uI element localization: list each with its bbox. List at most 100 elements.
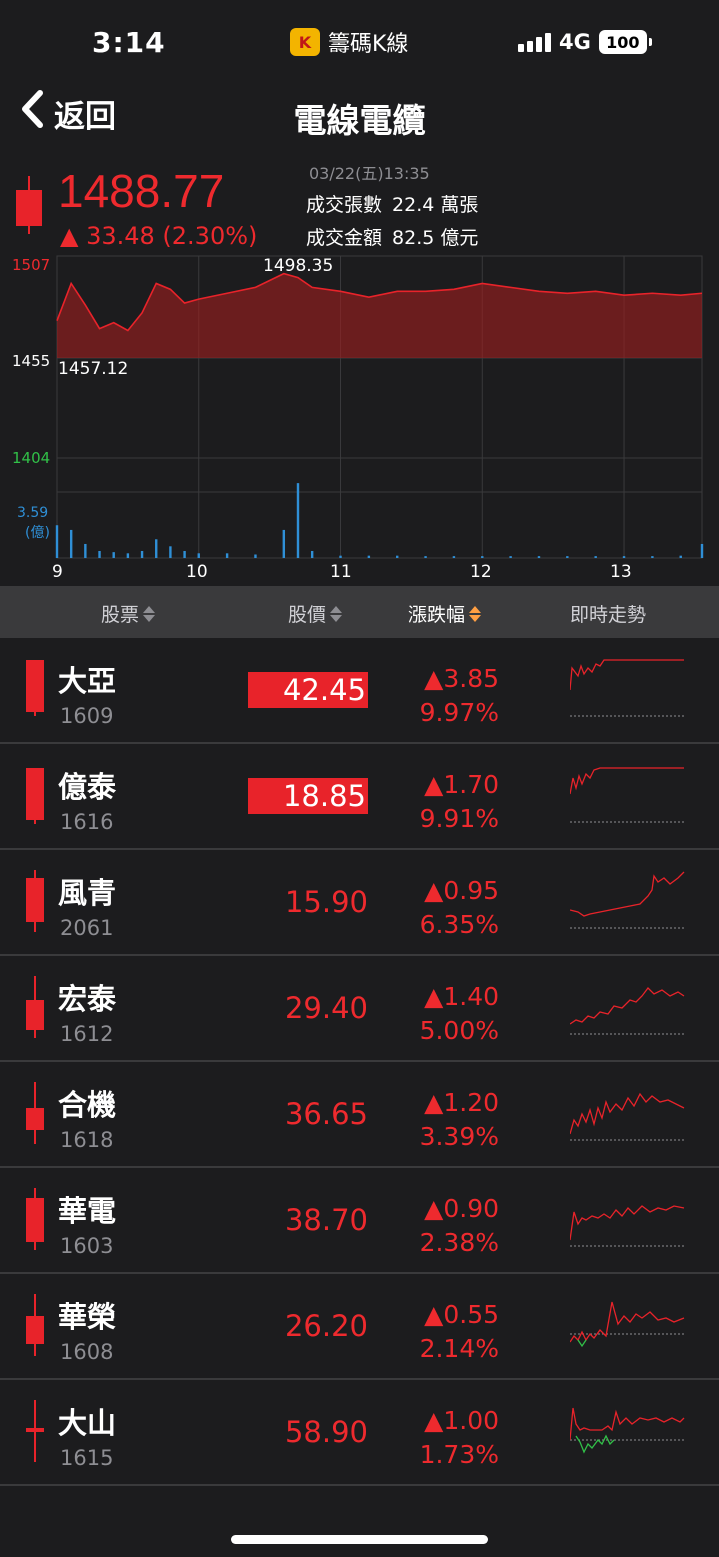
status-time: 3:14 (92, 26, 166, 59)
sparkline-line (570, 987, 685, 1025)
stock-code: 1608 (60, 1340, 114, 1364)
volume-label: 成交張數 (306, 194, 383, 216)
sparkline-chart (570, 1407, 685, 1454)
stock-price: 58.90 (284, 1415, 368, 1449)
stock-row-1608[interactable]: 華榮 1608 26.20 ▲0.55 2.14% (0, 1274, 719, 1380)
header-change: 漲跌幅 (408, 604, 466, 626)
stock-row-1612[interactable]: 宏泰 1612 29.40 ▲1.40 5.00% (0, 956, 719, 1062)
stock-code: 1618 (60, 1128, 114, 1152)
stock-code: 1603 (60, 1234, 114, 1258)
x-tick-12: 12 (470, 562, 492, 582)
home-indicator[interactable] (231, 1535, 488, 1544)
sparkline-chart (570, 1205, 685, 1247)
volume-bar (566, 556, 569, 558)
stock-name: 大山 (58, 1406, 117, 1440)
volume-bar (126, 553, 130, 558)
stock-name: 華榮 (58, 1300, 117, 1334)
volume-bar (98, 550, 101, 558)
volume-bar (679, 555, 682, 558)
sparkline-line (570, 1092, 685, 1135)
volume-bar (452, 556, 456, 558)
stock-change: ▲1.70 (424, 770, 499, 799)
y-high-label: 1507 (12, 256, 51, 274)
volume-bar (55, 525, 59, 558)
high-price-label: 1498.35 (263, 256, 334, 276)
volume-bar (169, 546, 172, 558)
sort-stock-button[interactable]: 股票 (101, 600, 156, 627)
sort-price-button[interactable]: 股價 (288, 600, 343, 627)
intraday-chart[interactable]: 1507 1455 1404 1498.35 1457.12 3.59 (億) … (0, 252, 719, 586)
status-bar: 3:14 K 籌碼K線 4G 100 (0, 0, 719, 80)
volume-bar (622, 556, 626, 558)
volume-bar (396, 555, 399, 558)
stock-row-1616[interactable]: 億泰 1616 18.85 ▲1.70 9.91% (0, 744, 719, 850)
volume-bar (509, 556, 512, 558)
amount-label: 成交金額 (306, 227, 383, 249)
x-tick-9: 9 (52, 562, 63, 582)
stock-code: 1616 (60, 810, 114, 834)
y-mid-label: 1455 (12, 352, 51, 370)
stock-row-1618[interactable]: 合機 1618 36.65 ▲1.20 3.39% (0, 1062, 719, 1168)
intraday-chart-svg (55, 255, 704, 559)
stock-change: ▲0.55 (424, 1300, 499, 1329)
sparkline-down-segment (577, 1339, 587, 1348)
volume-bar (481, 556, 484, 558)
sparkline-chart (570, 767, 684, 823)
app-logo-icon: K (290, 28, 320, 56)
volume-bar (112, 552, 115, 558)
stock-change-pct: 3.39% (419, 1122, 499, 1151)
nav-bar: 返回 電線電纜 (0, 80, 719, 152)
volume-bar (197, 553, 200, 558)
stock-change: ▲1.00 (424, 1406, 499, 1435)
stock-change: ▲0.90 (424, 1194, 499, 1223)
volume-unit-label: (億) (25, 525, 50, 541)
sparkline-chart (570, 659, 684, 717)
volume-bar (594, 556, 597, 558)
sparkline-line (570, 871, 685, 917)
low-price-label: 1457.12 (58, 359, 129, 379)
stock-change-pct: 6.35% (419, 910, 499, 939)
sparkline-chart (570, 871, 685, 929)
sparkline-line (570, 767, 684, 795)
sparkline-chart (570, 987, 685, 1035)
stock-change-pct: 9.97% (419, 698, 499, 727)
status-indicators: 4G 100 (518, 30, 652, 54)
volume-bar (282, 529, 286, 558)
volume-bar (140, 550, 144, 558)
header-trend: 即時走勢 (570, 600, 646, 627)
stock-row-1615[interactable]: 大山 1615 58.90 ▲1.00 1.73% (0, 1380, 719, 1486)
stock-change: ▲1.20 (424, 1088, 499, 1117)
candle-icon (26, 1188, 44, 1250)
price-area (57, 273, 702, 358)
volume-value: 22.4 萬張 (392, 194, 479, 216)
sort-active-icon (469, 605, 482, 622)
stock-code: 2061 (60, 916, 114, 940)
status-app-name: 籌碼K線 (328, 32, 409, 57)
x-tick-11: 11 (330, 562, 352, 582)
stock-change-pct: 2.14% (419, 1334, 499, 1363)
stock-row-1603[interactable]: 華電 1603 38.70 ▲0.90 2.38% (0, 1168, 719, 1274)
stock-change-pct: 1.73% (419, 1440, 499, 1469)
sparkline-line (570, 1301, 685, 1343)
stock-row-1609[interactable]: 大亞 1609 42.45 ▲3.85 9.97% (0, 638, 719, 744)
stock-list: 大亞 1609 42.45 ▲3.85 9.97% 億泰 1616 18.85 ▲1.70 9.9… (0, 638, 719, 1486)
sparkline-line (570, 1407, 685, 1441)
volume-bar (254, 554, 257, 558)
stock-row-2061[interactable]: 風青 2061 15.90 ▲0.95 6.35% (0, 850, 719, 956)
volume-bar (651, 556, 654, 558)
volume-max-label: 3.59 (17, 505, 49, 521)
quote-datetime: 03/22(五)13:35 (309, 164, 430, 183)
y-low-label: 1404 (12, 449, 51, 467)
x-tick-10: 10 (186, 562, 208, 582)
sort-change-button[interactable]: 漲跌幅 (408, 600, 482, 627)
header-trend-label: 即時走勢 (570, 604, 647, 626)
header-price: 股價 (288, 604, 327, 626)
header-stock: 股票 (101, 604, 140, 626)
stock-change-pct: 9.91% (419, 804, 499, 833)
sparkline-line (570, 659, 684, 691)
candle-icon (26, 1294, 44, 1356)
volume-bar (310, 550, 314, 558)
stock-price: 38.70 (284, 1203, 368, 1237)
stock-price: 42.45 (248, 672, 368, 708)
volume-bar (700, 543, 704, 558)
